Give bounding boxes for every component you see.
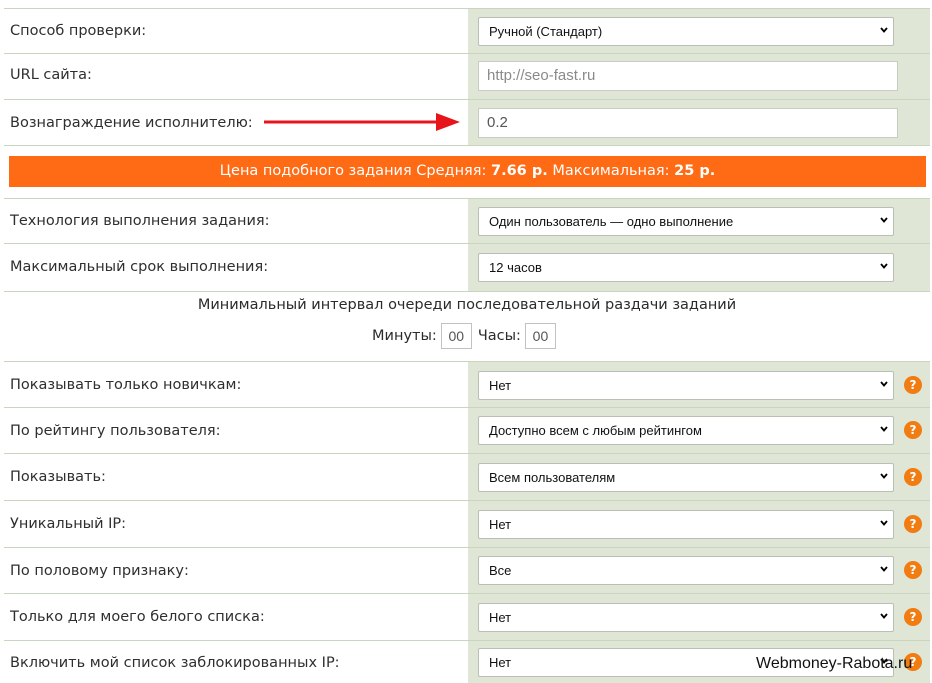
chevron-down-icon: [880, 217, 888, 223]
price-avg: 7.66 р.: [491, 163, 548, 179]
deadline-value: 12 часов: [489, 260, 542, 275]
whitelist-select[interactable]: Нет: [478, 603, 894, 632]
check-method-label: Способ проверки:: [10, 23, 147, 39]
technology-select[interactable]: Один пользователь — одно выполнение: [478, 207, 894, 236]
help-icon[interactable]: ?: [904, 421, 922, 439]
deadline-label: Максимальный срок выполнения:: [10, 259, 269, 275]
help-icon[interactable]: ?: [904, 561, 922, 579]
row-reward: Вознаграждение исполнителю: 0.2: [4, 100, 930, 146]
hours-input[interactable]: 00: [524, 323, 556, 349]
task-settings-form: Способ проверки: Ручной (Стандарт) URL с…: [0, 0, 932, 683]
chevron-down-icon: [880, 27, 888, 33]
reward-input[interactable]: 0.2: [478, 108, 898, 138]
price-mid: Максимальная:: [547, 163, 675, 179]
row-deadline: Максимальный срок выполнения: 12 часов: [4, 244, 930, 292]
chevron-down-icon: [880, 263, 888, 269]
minutes-label: Минуты:: [372, 328, 437, 344]
technology-value: Один пользователь — одно выполнение: [489, 214, 734, 229]
unique-ip-select[interactable]: Нет: [478, 510, 894, 539]
check-method-cell: Ручной (Стандарт): [468, 9, 930, 53]
gender-value: Все: [489, 563, 512, 578]
watermark: Webmoney-Rabota.ru: [756, 655, 913, 672]
row-newcomers: Показывать только новичкам: Нет ?: [4, 361, 930, 408]
minutes-input[interactable]: 00: [440, 323, 472, 349]
chevron-down-icon: [880, 520, 888, 526]
url-cell: http://seo-fast.ru: [468, 54, 930, 99]
show-value: Всем пользователям: [489, 470, 616, 485]
chevron-down-icon: [880, 426, 888, 432]
row-rating: По рейтингу пользователя: Доступно всем …: [4, 408, 930, 454]
row-unique-ip: Уникальный IP: Нет ?: [4, 501, 930, 548]
deadline-cell: 12 часов: [468, 244, 930, 291]
chevron-down-icon: [880, 381, 888, 387]
deadline-select[interactable]: 12 часов: [478, 253, 894, 282]
newcomers-value: Нет: [489, 378, 512, 393]
unique-ip-label: Уникальный IP:: [10, 516, 127, 532]
show-label: Показывать:: [10, 469, 106, 485]
red-arrow-icon: [264, 113, 460, 131]
interval-inputs: Минуты: 00 Часы: 00: [4, 323, 930, 349]
help-icon[interactable]: ?: [904, 376, 922, 394]
unique-ip-value: Нет: [489, 517, 512, 532]
row-gender: По половому признаку: Все ?: [4, 548, 930, 594]
gender-label: По половому признаку:: [10, 563, 189, 579]
price-prefix: Цена подобного задания Средняя:: [219, 163, 491, 179]
price-banner: Цена подобного задания Средняя: 7.66 р. …: [9, 156, 926, 187]
chevron-down-icon: [880, 566, 888, 572]
technology-label: Технология выполнения задания:: [10, 213, 270, 229]
help-icon[interactable]: ?: [904, 515, 922, 533]
newcomers-label: Показывать только новичкам:: [10, 377, 242, 393]
row-technology: Технология выполнения задания: Один поль…: [4, 198, 930, 244]
unique-ip-cell: Нет ?: [468, 501, 930, 547]
technology-cell: Один пользователь — одно выполнение: [468, 199, 930, 243]
rating-cell: Доступно всем с любым рейтингом ?: [468, 408, 930, 453]
row-whitelist: Только для моего белого списка: Нет ?: [4, 594, 930, 641]
newcomers-cell: Нет ?: [468, 362, 930, 407]
interval-title-text: Минимальный интервал очереди последовате…: [197, 297, 737, 313]
whitelist-cell: Нет ?: [468, 594, 930, 640]
show-cell: Всем пользователям ?: [468, 454, 930, 500]
gender-cell: Все ?: [468, 548, 930, 593]
url-label: URL сайта:: [10, 67, 92, 83]
interval-title: Минимальный интервал очереди последовате…: [4, 297, 930, 313]
blocklist-label: Включить мой список заблокированных IP:: [10, 655, 340, 671]
rating-select[interactable]: Доступно всем с любым рейтингом: [478, 416, 894, 445]
blocklist-value: Нет: [489, 655, 512, 670]
reward-label: Вознаграждение исполнителю:: [10, 115, 253, 131]
row-check-method: Способ проверки: Ручной (Стандарт): [4, 8, 930, 54]
newcomers-select[interactable]: Нет: [478, 371, 894, 400]
hours-label: Часы:: [477, 328, 521, 344]
whitelist-value: Нет: [489, 610, 512, 625]
url-input[interactable]: http://seo-fast.ru: [478, 61, 898, 91]
whitelist-label: Только для моего белого списка:: [10, 609, 265, 625]
row-show: Показывать: Всем пользователям ?: [4, 454, 930, 501]
check-method-select[interactable]: Ручной (Стандарт): [478, 17, 894, 46]
show-select[interactable]: Всем пользователям: [478, 463, 894, 492]
chevron-down-icon: [880, 613, 888, 619]
check-method-value: Ручной (Стандарт): [489, 24, 603, 39]
rating-label: По рейтингу пользователя:: [10, 423, 221, 439]
help-icon[interactable]: ?: [904, 608, 922, 626]
rating-value: Доступно всем с любым рейтингом: [489, 423, 702, 438]
chevron-down-icon: [880, 473, 888, 479]
row-url: URL сайта: http://seo-fast.ru: [4, 54, 930, 100]
help-icon[interactable]: ?: [904, 468, 922, 486]
gender-select[interactable]: Все: [478, 556, 894, 585]
price-max: 25 р.: [674, 163, 716, 179]
reward-cell: 0.2: [468, 100, 930, 145]
